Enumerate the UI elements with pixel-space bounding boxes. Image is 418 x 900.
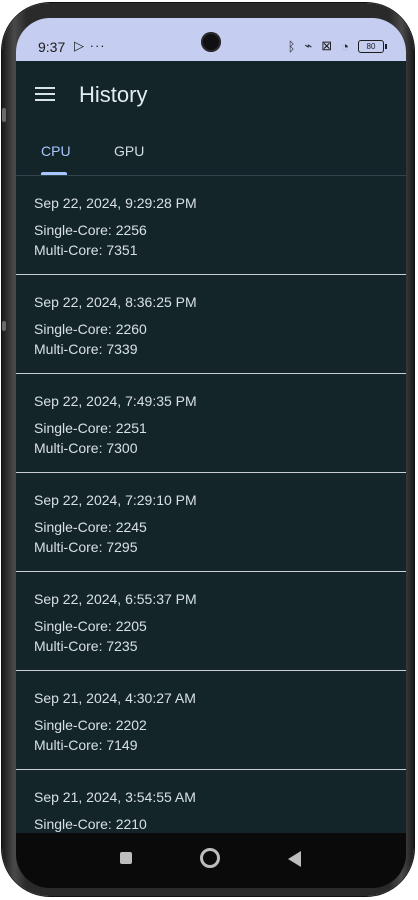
timestamp: Sep 21, 2024, 4:30:27 AM <box>34 690 196 706</box>
status-icons: ᛒ ⌁ ⊠ ◔ 80 <box>287 38 387 54</box>
single-core-score: Single-Core: 2251 <box>34 420 147 436</box>
multi-core-score: Multi-Core: 7235 <box>34 638 138 654</box>
tab-cpu[interactable]: CPU <box>41 143 71 159</box>
front-camera <box>201 32 221 52</box>
home-icon[interactable] <box>200 848 220 868</box>
timestamp: Sep 22, 2024, 7:29:10 PM <box>34 492 197 508</box>
history-list[interactable]: Sep 22, 2024, 9:29:28 PM Single-Core: 22… <box>16 176 406 868</box>
phone-side-button <box>2 108 6 122</box>
status-notification-icons: ▷ ··· <box>74 38 106 53</box>
tab-gpu[interactable]: GPU <box>114 143 144 159</box>
single-core-score: Single-Core: 2202 <box>34 717 147 733</box>
list-item[interactable]: Sep 22, 2024, 7:49:35 PM Single-Core: 22… <box>16 374 406 473</box>
single-core-score: Single-Core: 2245 <box>34 519 147 535</box>
list-item[interactable]: Sep 22, 2024, 6:55:37 PM Single-Core: 22… <box>16 572 406 671</box>
single-core-score: Single-Core: 2256 <box>34 222 147 238</box>
timestamp: Sep 21, 2024, 3:54:55 AM <box>34 789 196 805</box>
list-item[interactable]: Sep 22, 2024, 8:36:25 PM Single-Core: 22… <box>16 275 406 374</box>
timestamp: Sep 22, 2024, 9:29:28 PM <box>34 195 197 211</box>
back-icon[interactable] <box>288 851 301 867</box>
single-core-score: Single-Core: 2205 <box>34 618 147 634</box>
single-core-score: Single-Core: 2210 <box>34 816 147 832</box>
tab-bar: CPU GPU <box>16 127 406 176</box>
system-nav-bar <box>16 833 406 888</box>
multi-core-score: Multi-Core: 7300 <box>34 440 138 456</box>
list-item[interactable]: Sep 22, 2024, 7:29:10 PM Single-Core: 22… <box>16 473 406 572</box>
multi-core-score: Multi-Core: 7351 <box>34 242 138 258</box>
page-title: History <box>79 82 148 107</box>
status-bar: 9:37 ▷ ··· ᛒ ⌁ ⊠ ◔ 80 <box>16 18 406 61</box>
battery-icon: 80 <box>358 39 387 53</box>
timestamp: Sep 22, 2024, 6:55:37 PM <box>34 591 197 607</box>
phone-frame: 9:37 ▷ ··· ᛒ ⌁ ⊠ ◔ 80 History CPU GPU Se… <box>2 3 414 896</box>
status-time: 9:37 <box>38 39 66 55</box>
single-core-score: Single-Core: 2260 <box>34 321 147 337</box>
app-bar: History <box>16 61 406 127</box>
timestamp: Sep 22, 2024, 8:36:25 PM <box>34 294 197 310</box>
timestamp: Sep 22, 2024, 7:49:35 PM <box>34 393 197 409</box>
tab-indicator <box>41 172 67 175</box>
bluetooth-icon: ᛒ <box>287 38 296 54</box>
wifi-icon: ◔ <box>341 38 349 54</box>
list-item[interactable]: Sep 22, 2024, 9:29:28 PM Single-Core: 22… <box>16 176 406 275</box>
multi-core-score: Multi-Core: 7149 <box>34 737 138 753</box>
phone-side-button <box>2 321 6 331</box>
no-sim-icon: ⊠ <box>321 38 333 53</box>
multi-core-score: Multi-Core: 7339 <box>34 341 138 357</box>
list-item[interactable]: Sep 21, 2024, 4:30:27 AM Single-Core: 22… <box>16 671 406 770</box>
screen: 9:37 ▷ ··· ᛒ ⌁ ⊠ ◔ 80 History CPU GPU Se… <box>16 18 406 888</box>
multi-core-score: Multi-Core: 7295 <box>34 539 138 555</box>
recents-icon[interactable] <box>120 852 132 864</box>
vibrate-off-icon: ⌁ <box>304 38 313 53</box>
hamburger-menu-icon[interactable] <box>35 87 55 102</box>
